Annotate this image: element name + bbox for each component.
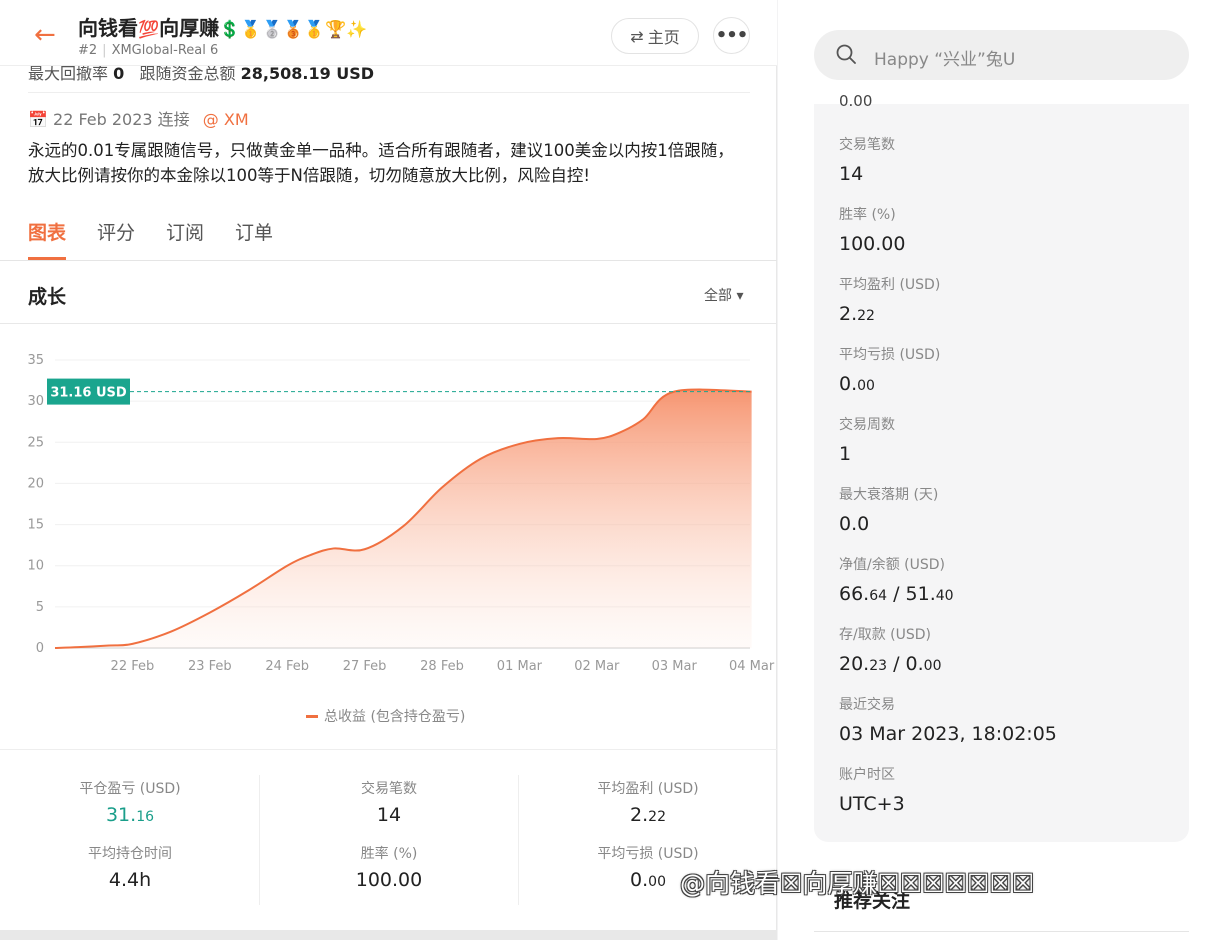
stat-win-rate: 胜率 (%) 100.00 — [839, 207, 906, 255]
rank-label: #2 — [78, 43, 98, 58]
x-tick-label: 04 Mar — [729, 659, 775, 674]
stat-trades: 交易笔数 14 — [839, 137, 895, 185]
stat-last-trade: 最近交易 03 Mar 2023, 18:02:05 — [839, 697, 1057, 745]
signal-detail-panel: ← 向钱看💯向厚赚💲🥇🥈🥉🥇🏆✨ #2 | XMGlobal-Real 6 ⇄ 主页… — [0, 0, 777, 940]
y-tick-label: 30 — [27, 394, 44, 409]
search-icon — [836, 44, 856, 64]
calendar-icon: 📅 — [28, 110, 48, 129]
connected-date: 22 Feb 2023 连接 — [53, 110, 190, 129]
x-tick-label: 01 Mar — [497, 659, 543, 674]
stat-closed-pl: 平仓盈亏 (USD) 31.16 — [79, 781, 181, 826]
x-tick-label: 03 Mar — [652, 659, 698, 674]
signal-description: 永远的0.01专属跟随信号，只做黄金单一品种。适合所有跟随者，建议100美金以内… — [28, 141, 734, 185]
tab-subscribe[interactable]: 订阅 — [166, 218, 204, 260]
range-dropdown[interactable]: 全部 ▾ — [704, 285, 743, 305]
stat-max-decline-days: 最大衰落期 (天) 0.0 — [839, 487, 939, 535]
chart-legend[interactable]: 总收益 (包含持仓盈亏) — [306, 706, 465, 726]
stat-avg-loss: 平均亏损 (USD) 0.00 — [839, 347, 941, 395]
current-value-label: 31.16 USD — [50, 386, 127, 401]
tab-rating[interactable]: 评分 — [97, 218, 135, 260]
watermark: @向钱看☒向厚赚☒☒☒☒☒☒☒ — [680, 869, 1035, 898]
stat-equity-balance: 净值/余额 (USD) 66.64 / 51.40 — [839, 557, 954, 605]
stat-win-rate: 胜率 (%) 100.00 — [355, 846, 423, 891]
x-tick-label: 28 Feb — [420, 659, 464, 674]
swap-icon: ⇄ — [630, 26, 644, 46]
search-placeholder: Happy “兴业”兔U — [874, 50, 1016, 70]
signal-subtitle: #2 | XMGlobal-Real 6 — [78, 43, 219, 58]
y-tick-label: 0 — [36, 641, 44, 656]
top-header: ← 向钱看💯向厚赚💲🥇🥈🥉🥇🏆✨ #2 | XMGlobal-Real 6 ⇄ 主页… — [0, 0, 777, 66]
stat-partial: 0.00 — [839, 92, 873, 110]
search-bar[interactable]: Happy “兴业”兔U — [814, 30, 1189, 80]
y-tick-label: 25 — [27, 435, 44, 450]
y-tick-label: 20 — [27, 476, 44, 491]
y-tick-label: 35 — [27, 353, 44, 368]
x-tick-label: 02 Mar — [574, 659, 620, 674]
tab-bar: 图表 评分 订阅 订单 — [28, 218, 273, 260]
x-tick-label: 23 Feb — [188, 659, 232, 674]
stat-trading-weeks: 交易周数 1 — [839, 417, 895, 465]
connection-meta: 📅 22 Feb 2023 连接 @ XM — [28, 106, 249, 130]
stat-trades: 交易笔数 14 — [361, 781, 417, 826]
server-label: XMGlobal-Real 6 — [111, 43, 219, 58]
stat-avg-hold: 平均持仓时间 4.4h — [88, 846, 172, 891]
broker-link[interactable]: @ XM — [203, 110, 249, 129]
area-fill — [55, 389, 752, 648]
signal-title: 向钱看💯向厚赚💲🥇🥈🥉🥇🏆✨ — [78, 16, 368, 40]
legend-swatch — [306, 714, 318, 718]
x-tick-label: 24 Feb — [265, 659, 309, 674]
x-tick-label: 22 Feb — [111, 659, 155, 674]
y-tick-label: 5 — [36, 600, 44, 615]
home-button[interactable]: ⇄ 主页 — [611, 18, 699, 54]
tab-orders[interactable]: 订单 — [235, 218, 273, 260]
tab-chart[interactable]: 图表 — [28, 218, 67, 260]
more-dots-icon[interactable]: ••• — [713, 17, 750, 54]
stat-avg-profit: 平均盈利 (USD) 2.22 — [597, 781, 699, 826]
arrow-left-icon[interactable]: ← — [34, 22, 56, 48]
growth-chart: 0 5 10 15 20 25 30 35 22 Feb 23 Feb 24 Feb 27 Feb 28… — [27, 353, 775, 674]
sidebar: Happy “兴业”兔U 0.00 交易笔数 14 胜率 (%) 100.00 … — [778, 0, 1209, 940]
x-tick-label: 27 Feb — [343, 659, 387, 674]
stat-deposit-withdraw: 存/取款 (USD) 20.23 / 0.00 — [839, 627, 942, 675]
caret-down-icon: ▾ — [736, 288, 744, 304]
y-tick-label: 10 — [27, 559, 44, 574]
stat-avg-profit: 平均盈利 (USD) 2.22 — [839, 277, 941, 325]
stat-timezone: 账户时区 UTC+3 — [839, 767, 905, 815]
growth-title: 成长 — [28, 286, 67, 308]
account-stats-card: 0.00 交易笔数 14 胜率 (%) 100.00 平均盈利 (USD) 2.… — [814, 92, 1189, 842]
y-tick-label: 15 — [27, 518, 44, 533]
